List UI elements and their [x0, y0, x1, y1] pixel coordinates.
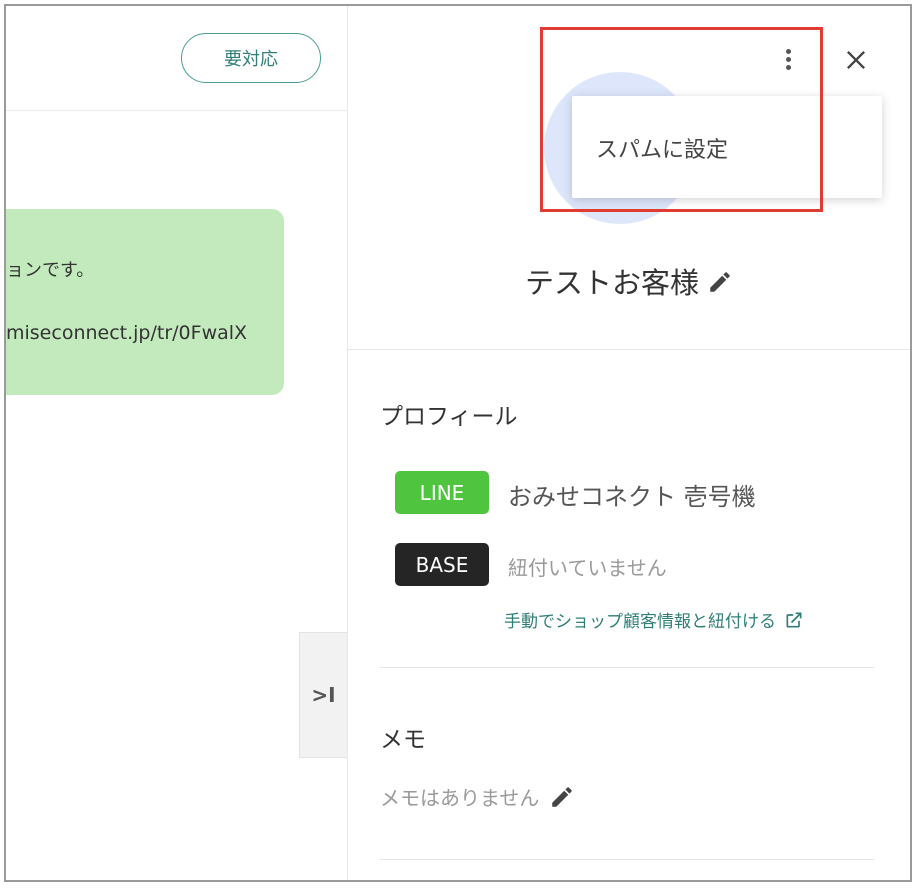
- message-bubble: [6, 209, 284, 395]
- manual-link-label: 手動でショップ顧客情報と紐付ける: [504, 612, 776, 632]
- profile-section-title: プロフィール: [380, 404, 518, 430]
- memo-empty-row: メモはありません: [380, 782, 575, 811]
- panel-collapse-toggle[interactable]: >I: [299, 632, 347, 758]
- memo-section-title: メモ: [380, 727, 426, 753]
- pencil-icon[interactable]: [707, 268, 733, 294]
- line-badge: LINE: [395, 471, 489, 514]
- context-menu: スパムに設定: [572, 96, 882, 198]
- customer-name: テストお客様: [524, 266, 699, 300]
- divider: [380, 859, 874, 860]
- needs-response-button[interactable]: 要対応: [181, 33, 321, 83]
- customer-detail-panel: スパムに設定 テストお客様 プロフィール LINE おみせコネクト 壱号機 BA…: [347, 6, 910, 880]
- customer-name-row: テストお客様: [348, 260, 910, 302]
- message-text-line: ョンです。: [6, 260, 95, 281]
- app-window: 要対応 ョンです。 miseconnect.jp/tr/0FwalX >I スパ…: [4, 4, 912, 882]
- mark-as-spam-menu-item[interactable]: スパムに設定: [596, 132, 728, 164]
- divider: [380, 667, 874, 668]
- pencil-icon[interactable]: [549, 784, 575, 810]
- close-icon[interactable]: [842, 46, 870, 76]
- line-account-name: おみせコネクト 壱号機: [508, 483, 756, 511]
- message-link-text[interactable]: miseconnect.jp/tr/0FwalX: [6, 322, 247, 344]
- chat-header: 要対応: [6, 6, 348, 111]
- manual-link-button[interactable]: 手動でショップ顧客情報と紐付ける: [504, 607, 804, 632]
- divider: [348, 349, 910, 350]
- base-badge: BASE: [395, 543, 489, 586]
- external-link-icon: [786, 612, 802, 627]
- base-link-status: 紐付いていません: [508, 556, 667, 580]
- memo-empty-text: メモはありません: [380, 786, 540, 810]
- more-vert-icon[interactable]: [776, 46, 800, 80]
